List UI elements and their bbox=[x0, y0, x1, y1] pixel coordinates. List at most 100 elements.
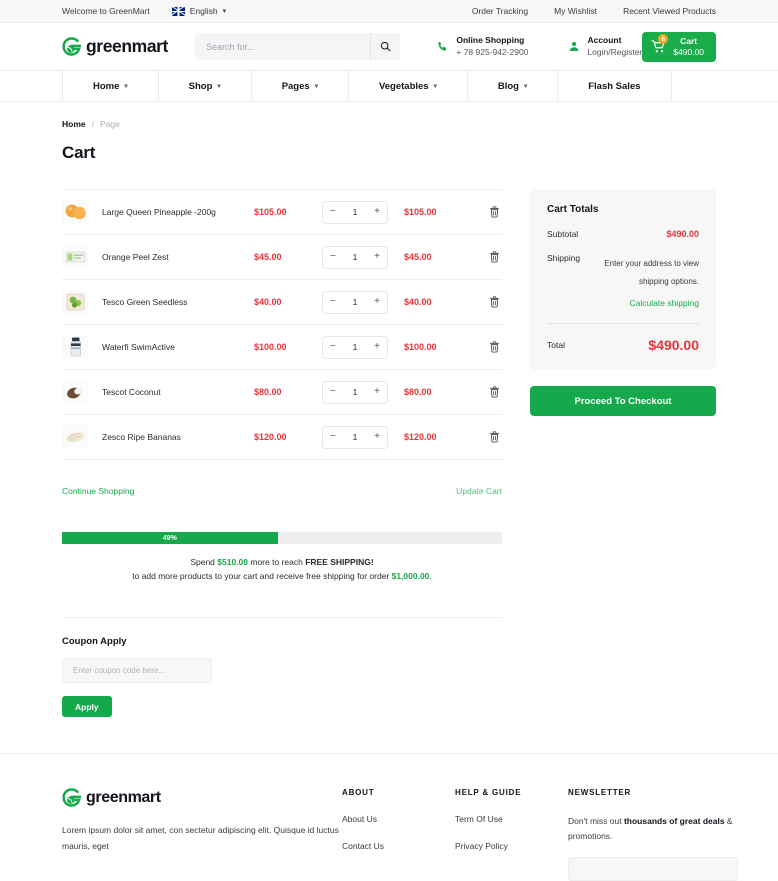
link-order-tracking[interactable]: Order Tracking bbox=[472, 6, 528, 16]
breadcrumb-home[interactable]: Home bbox=[62, 119, 86, 129]
subtotal-row: Subtotal $490.00 bbox=[547, 229, 699, 239]
footer-link-contact-us[interactable]: Contact Us bbox=[342, 841, 455, 851]
product-subtotal: $40.00 bbox=[404, 297, 432, 307]
search-input[interactable] bbox=[195, 33, 371, 60]
product-name[interactable]: Waterfi SwimActive bbox=[102, 342, 254, 352]
delete-cell bbox=[479, 294, 502, 310]
quantity-stepper[interactable]: − 1 + bbox=[322, 380, 388, 404]
coconut-thumb-icon bbox=[62, 380, 89, 404]
newsletter-email-input[interactable] bbox=[568, 856, 738, 881]
nav-item-home[interactable]: Home ▾ bbox=[62, 71, 159, 101]
nav-item-vegetables[interactable]: Vegetables ▾ bbox=[349, 71, 468, 101]
table-row: Large Queen Pineapple -200g $105.00 − 1 … bbox=[62, 190, 502, 235]
quantity-increment-button[interactable]: + bbox=[374, 297, 380, 307]
product-price: $80.00 bbox=[254, 387, 282, 397]
remove-item-button[interactable] bbox=[487, 249, 502, 265]
quantity-increment-button[interactable]: + bbox=[374, 432, 380, 442]
uk-flag-icon bbox=[171, 6, 185, 16]
product-name[interactable]: Tescot Coconut bbox=[102, 387, 254, 397]
spend-prefix: Spend bbox=[190, 557, 218, 567]
remove-item-button[interactable] bbox=[487, 384, 502, 400]
remove-item-button[interactable] bbox=[487, 339, 502, 355]
search-button[interactable] bbox=[370, 33, 400, 60]
quantity-decrement-button[interactable]: − bbox=[330, 252, 336, 262]
footer-about-heading: ABOUT bbox=[342, 788, 375, 798]
cart-button[interactable]: 6 Cart $490.00 bbox=[642, 31, 716, 62]
remove-item-button[interactable] bbox=[487, 294, 502, 310]
product-name[interactable]: Orange Peel Zest bbox=[102, 252, 254, 262]
quantity-increment-button[interactable]: + bbox=[374, 387, 380, 397]
quantity-increment-button[interactable]: + bbox=[374, 342, 380, 352]
quantity-stepper[interactable]: − 1 + bbox=[322, 335, 388, 359]
product-thumbnail[interactable] bbox=[62, 200, 102, 224]
account-menu[interactable]: Account Login/Register bbox=[568, 35, 642, 57]
footer-link-term-of-use[interactable]: Term Of Use bbox=[455, 814, 568, 824]
online-shopping-phone[interactable]: Online Shopping + 78 925-942-2900 bbox=[436, 35, 528, 57]
nav-item-blog[interactable]: Blog ▾ bbox=[468, 71, 559, 101]
link-recent-viewed-products[interactable]: Recent Viewed Products bbox=[623, 6, 716, 16]
apply-coupon-button[interactable]: Apply bbox=[62, 696, 112, 718]
banana-image bbox=[62, 425, 89, 449]
quantity-stepper[interactable]: − 1 + bbox=[322, 245, 388, 269]
quantity-decrement-button[interactable]: − bbox=[330, 387, 336, 397]
quantity-decrement-button[interactable]: − bbox=[330, 342, 336, 352]
quantity-decrement-button[interactable]: − bbox=[330, 297, 336, 307]
search-bar[interactable] bbox=[195, 33, 401, 60]
shipping-note: Enter your address to view shipping opti… bbox=[604, 259, 699, 286]
newsletter-text-pre: Don't miss out bbox=[568, 816, 624, 827]
breadcrumb: Home / Page bbox=[62, 102, 716, 129]
delete-cell bbox=[479, 384, 502, 400]
cart-icon-wrap: 6 bbox=[651, 34, 669, 54]
coupon-apply-wrap: Apply bbox=[62, 683, 502, 718]
nav-item-shop[interactable]: Shop ▾ bbox=[159, 71, 252, 101]
site-footer: greenmart Lorem ipsum dolor sit amet, co… bbox=[0, 753, 778, 881]
link-my-wishlist[interactable]: My Wishlist bbox=[554, 6, 597, 16]
product-thumbnail[interactable] bbox=[62, 380, 102, 404]
order-suffix: . bbox=[429, 571, 432, 582]
product-name[interactable]: Tesco Green Seedless bbox=[102, 297, 254, 307]
green-seedless-thumb-icon bbox=[62, 290, 89, 314]
footer-logo-text: greenmart bbox=[86, 788, 161, 806]
product-thumbnail[interactable] bbox=[62, 290, 102, 314]
product-price: $40.00 bbox=[254, 297, 282, 307]
chevron-down-icon: ▾ bbox=[124, 83, 128, 90]
quantity-cell: − 1 + bbox=[322, 200, 404, 224]
cart-column: Large Queen Pineapple -200g $105.00 − 1 … bbox=[62, 189, 502, 718]
remove-item-button[interactable] bbox=[487, 429, 502, 445]
product-name[interactable]: Large Queen Pineapple -200g bbox=[102, 207, 254, 217]
logo-text: greenmart bbox=[86, 36, 168, 56]
product-name[interactable]: Zesco Ripe Bananas bbox=[102, 432, 254, 442]
quantity-value: 1 bbox=[352, 207, 358, 217]
nav-item-flash-sales[interactable]: Flash Sales bbox=[558, 71, 672, 101]
delete-cell bbox=[479, 429, 502, 445]
product-thumbnail[interactable] bbox=[62, 245, 102, 269]
quantity-decrement-button[interactable]: − bbox=[330, 432, 336, 442]
logo[interactable]: greenmart bbox=[62, 36, 168, 57]
product-thumbnail[interactable] bbox=[62, 335, 102, 359]
quantity-stepper[interactable]: − 1 + bbox=[322, 200, 388, 224]
quantity-stepper[interactable]: − 1 + bbox=[322, 290, 388, 314]
chevron-down-icon: ▾ bbox=[217, 83, 221, 90]
quantity-increment-button[interactable]: + bbox=[374, 252, 380, 262]
orange-peel-thumb-icon bbox=[62, 245, 89, 269]
quantity-increment-button[interactable]: + bbox=[374, 207, 380, 217]
update-cart-link[interactable]: Update Cart bbox=[456, 486, 502, 496]
cart-totals-card: Cart Totals Subtotal $490.00 Shipping En… bbox=[530, 189, 716, 370]
footer-link-about-us[interactable]: About Us bbox=[342, 814, 455, 824]
remove-item-button[interactable] bbox=[487, 204, 502, 220]
quantity-decrement-button[interactable]: − bbox=[330, 207, 336, 217]
quantity-cell: − 1 + bbox=[322, 290, 404, 314]
footer-link-privacy-policy[interactable]: Privacy Policy bbox=[455, 841, 568, 851]
language-selector[interactable]: English ▾ bbox=[171, 6, 226, 16]
quantity-stepper[interactable]: − 1 + bbox=[322, 425, 388, 449]
nav-item-pages[interactable]: Pages ▾ bbox=[252, 71, 349, 101]
footer-logo[interactable]: greenmart bbox=[62, 788, 342, 807]
continue-shopping-link[interactable]: Continue Shopping bbox=[62, 486, 134, 496]
product-thumbnail[interactable] bbox=[62, 425, 102, 449]
free-shipping-line-1: Spend $510.00 more to reach FREE SHIPPIN… bbox=[62, 555, 502, 569]
delete-cell bbox=[479, 339, 502, 355]
coupon-code-input[interactable] bbox=[62, 658, 212, 684]
calculate-shipping-link[interactable]: Calculate shipping bbox=[592, 298, 699, 308]
proceed-to-checkout-button[interactable]: Proceed To Checkout bbox=[530, 386, 716, 416]
free-shipping-line-2: to add more products to your cart and re… bbox=[62, 569, 502, 583]
